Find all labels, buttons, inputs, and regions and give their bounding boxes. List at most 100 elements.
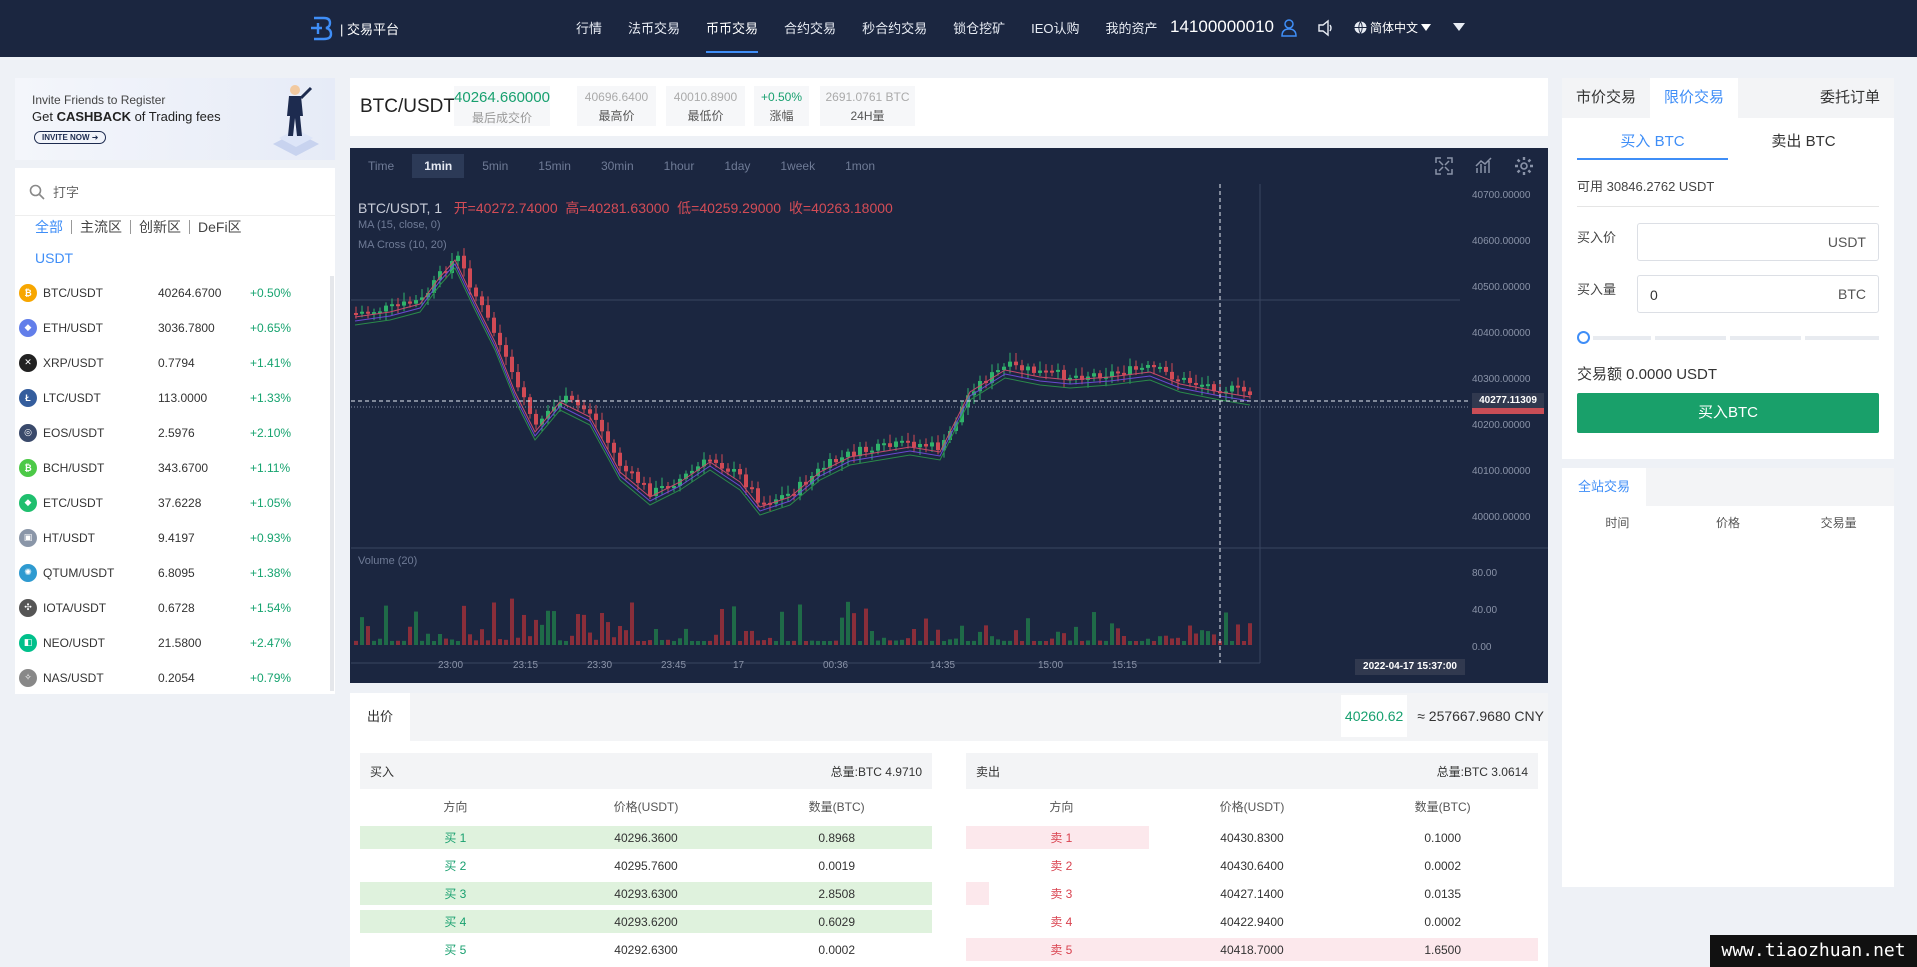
candle-body bbox=[714, 459, 718, 463]
volume-bar bbox=[576, 614, 580, 645]
sell-rows: 卖 1 40430.8300 0.1000 卖 2 40430.6400 0.0002 卖 … bbox=[966, 826, 1538, 961]
nav-contract[interactable]: 合约交易 bbox=[771, 0, 849, 57]
speaker-icon[interactable] bbox=[1317, 19, 1335, 37]
market-pair: ETH/USDT bbox=[43, 320, 103, 335]
market-row[interactable]: ◎ EOS/USDT 2.5976 +2.10% bbox=[15, 415, 335, 450]
order-qty: 0.8968 bbox=[818, 830, 856, 845]
volume-bar bbox=[708, 640, 712, 645]
slider-handle[interactable] bbox=[1577, 331, 1590, 344]
market-row[interactable]: ✧ NAS/USDT 0.2054 +0.79% bbox=[15, 660, 335, 695]
amount-input[interactable] bbox=[1650, 285, 1800, 305]
user-icon[interactable] bbox=[1281, 19, 1297, 37]
volume-bar bbox=[990, 636, 994, 645]
market-pair: QTUM/USDT bbox=[43, 565, 115, 580]
nav-spot[interactable]: 币币交易 bbox=[693, 0, 771, 57]
order-qty: 0.0002 bbox=[1424, 858, 1462, 873]
candle-body bbox=[474, 287, 478, 297]
market-pair: XRP/USDT bbox=[43, 355, 104, 370]
candlestick-plot[interactable] bbox=[350, 148, 1548, 683]
nav-staking[interactable]: 锁仓挖矿 bbox=[940, 0, 1018, 57]
order-row[interactable]: 卖 2 40430.6400 0.0002 bbox=[966, 854, 1538, 877]
candle-body bbox=[468, 268, 472, 288]
order-row[interactable]: 买 5 40292.6300 0.0002 bbox=[360, 938, 932, 961]
zone-all[interactable]: 全部 bbox=[35, 220, 71, 234]
logo[interactable]: | 交易平台 bbox=[310, 15, 399, 41]
nav-fiat[interactable]: 法币交易 bbox=[615, 0, 693, 57]
order-row[interactable]: 卖 5 40418.7000 1.6500 bbox=[966, 938, 1538, 961]
user-account[interactable]: 14100000010 bbox=[1170, 17, 1274, 37]
order-row[interactable]: 买 1 40296.3600 0.8968 bbox=[360, 826, 932, 849]
nav-market[interactable]: 行情 bbox=[563, 0, 615, 57]
volume-bar bbox=[948, 639, 952, 645]
amount-slider[interactable] bbox=[1577, 331, 1879, 344]
order-row[interactable]: 卖 1 40430.8300 0.1000 bbox=[966, 826, 1538, 849]
banner-line2-bold: CASHBACK bbox=[56, 109, 131, 124]
volume-bar bbox=[1098, 640, 1102, 645]
nav-ieo[interactable]: IEO认购 bbox=[1018, 0, 1092, 57]
order-row[interactable]: 买 3 40293.6300 2.8508 bbox=[360, 882, 932, 905]
ticker-change: +0.50% 涨幅 bbox=[754, 86, 809, 126]
order-qty: 0.0002 bbox=[1424, 914, 1462, 929]
market-row[interactable]: ₿ BTC/USDT 40264.6700 +0.50% bbox=[15, 275, 335, 310]
kline-chart[interactable]: Time 1min 5min 15min 30min 1hour 1day 1week 1mon… bbox=[350, 148, 1548, 683]
zone-innovation[interactable]: 创新区 bbox=[130, 220, 189, 234]
tab-bids[interactable]: 出价 bbox=[350, 693, 410, 741]
volume-value: 2691.0761 BTC bbox=[825, 90, 910, 104]
zone-main[interactable]: 主流区 bbox=[71, 220, 130, 234]
buy-btc-button[interactable]: 买入BTC bbox=[1577, 393, 1879, 433]
market-row[interactable]: ✺ QTUM/USDT 6.8095 +1.38% bbox=[15, 555, 335, 590]
order-row[interactable]: 买 4 40293.6200 0.6029 bbox=[360, 910, 932, 933]
candle-body bbox=[486, 305, 490, 318]
zone-defi[interactable]: DeFi区 bbox=[189, 220, 250, 234]
volume-bar bbox=[492, 602, 496, 645]
market-row[interactable]: ✕ XRP/USDT 0.7794 +1.41% bbox=[15, 345, 335, 380]
crosshair-price-tag: 40277.11309 bbox=[1472, 393, 1544, 408]
candle-body bbox=[564, 395, 568, 403]
market-row[interactable]: ₿ BCH/USDT 343.6700 +1.11% bbox=[15, 450, 335, 485]
invite-banner[interactable]: Invite Friends to Register Get CASHBACK … bbox=[15, 78, 335, 160]
market-row[interactable]: ◧ NEO/USDT 21.5800 +2.47% bbox=[15, 625, 335, 660]
market-price: 0.7794 bbox=[158, 355, 195, 370]
tab-market-order[interactable]: 市价交易 bbox=[1562, 78, 1650, 118]
invite-now-button[interactable]: INVITE NOW ➜ bbox=[34, 131, 107, 144]
tab-open-orders[interactable]: 委托订单 bbox=[1806, 78, 1894, 118]
search-input[interactable] bbox=[53, 180, 313, 204]
language-selector[interactable]: 简体中文 bbox=[1354, 19, 1432, 36]
volume-bar bbox=[936, 629, 940, 645]
market-row[interactable]: ◆ ETC/USDT 37.6228 +1.05% bbox=[15, 485, 335, 520]
quote-tab-usdt[interactable]: USDT bbox=[35, 250, 73, 266]
candle-body bbox=[534, 413, 538, 425]
market-list: ₿ BTC/USDT 40264.6700 +0.50% ◆ ETH/USDT 3036.7… bbox=[15, 275, 335, 695]
tab-buy[interactable]: 买入 BTC bbox=[1577, 124, 1728, 160]
market-row[interactable]: ▣ HT/USDT 9.4197 +0.93% bbox=[15, 520, 335, 555]
tab-all-trades[interactable]: 全站交易 bbox=[1562, 468, 1646, 506]
market-scrollbar[interactable] bbox=[330, 276, 334, 691]
more-menu-icon[interactable] bbox=[1453, 23, 1465, 31]
nav-assets[interactable]: 我的资产 bbox=[1093, 0, 1171, 57]
volume-bar bbox=[1146, 638, 1150, 645]
coin-icon: ◎ bbox=[19, 423, 37, 442]
nav-second-contract[interactable]: 秒合约交易 bbox=[849, 0, 940, 57]
sell-side-total: 总量:BTC 3.0614 bbox=[1436, 764, 1528, 779]
candle-body bbox=[1248, 391, 1252, 395]
candle-body bbox=[480, 296, 484, 306]
market-row[interactable]: Ł LTC/USDT 113.0000 +1.33% bbox=[15, 380, 335, 415]
volume-bar bbox=[588, 632, 592, 645]
order-row[interactable]: 买 2 40295.7600 0.0019 bbox=[360, 854, 932, 877]
volume-bar bbox=[372, 640, 376, 645]
market-change: +1.05% bbox=[250, 495, 292, 510]
volume-bar bbox=[456, 640, 460, 645]
candle-body bbox=[522, 387, 526, 398]
search-icon bbox=[29, 184, 45, 200]
candle-body bbox=[1134, 366, 1138, 370]
market-row[interactable]: ◆ ETH/USDT 3036.7800 +0.65% bbox=[15, 310, 335, 345]
tab-sell[interactable]: 卖出 BTC bbox=[1728, 124, 1879, 160]
tab-limit-order[interactable]: 限价交易 bbox=[1650, 78, 1739, 118]
candle-body bbox=[756, 488, 760, 503]
order-row[interactable]: 卖 4 40422.9400 0.0002 bbox=[966, 910, 1538, 933]
price-input[interactable] bbox=[1650, 233, 1800, 253]
market-row[interactable]: ✣ IOTA/USDT 0.6728 +1.54% bbox=[15, 590, 335, 625]
candle-body bbox=[516, 372, 520, 388]
banner-line2: Get CASHBACK of Trading fees bbox=[32, 109, 221, 124]
order-row[interactable]: 卖 3 40427.1400 0.0135 bbox=[966, 882, 1538, 905]
